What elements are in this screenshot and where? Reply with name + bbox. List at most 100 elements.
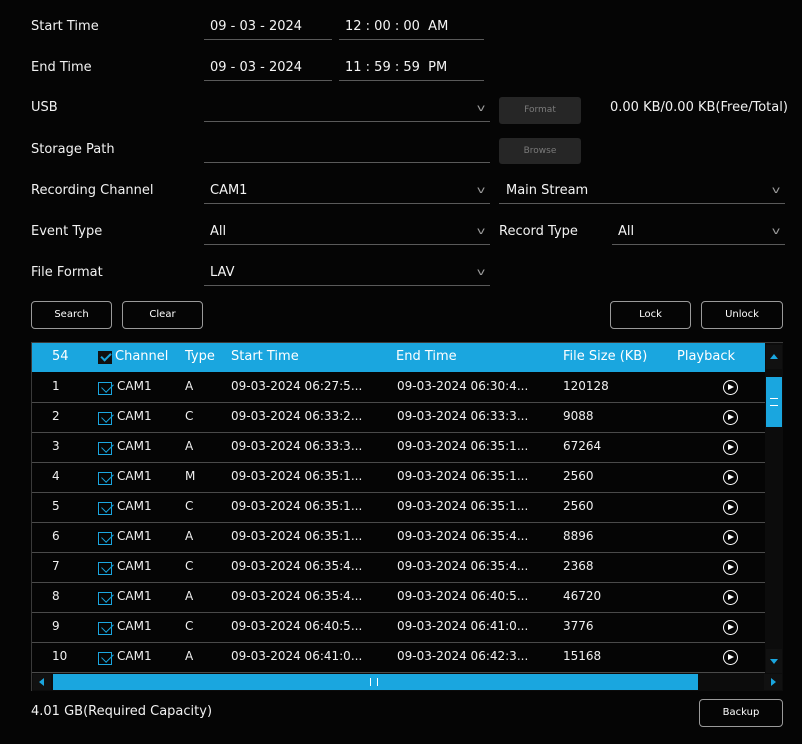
table-header: 54 Channel Type Start Time End Time File…	[32, 343, 765, 372]
cell-end-time: 09-03-2024 06:41:0...	[397, 619, 529, 633]
usb-select[interactable]: v	[204, 98, 490, 122]
play-circle-icon[interactable]	[723, 560, 738, 575]
cell-channel: CAM1	[117, 589, 152, 603]
cell-file-size: 3776	[563, 619, 594, 633]
table-row[interactable]: 8 CAM1 A 09-03-2024 06:35:4... 09-03-2024 06…	[32, 583, 765, 613]
table-row[interactable]: 10 CAM1 A 09-03-2024 06:41:0... 09-03-2024 0…	[32, 643, 765, 673]
horizontal-scrollbar[interactable]	[32, 673, 783, 691]
clear-button[interactable]: Clear	[122, 301, 203, 329]
stream-select[interactable]: Main Stream v	[499, 180, 785, 204]
cell-number: 1	[52, 379, 60, 393]
file-format-label: File Format	[31, 265, 103, 280]
browse-button[interactable]: Browse	[499, 138, 581, 164]
storage-path-field[interactable]	[204, 139, 490, 163]
cell-end-time: 09-03-2024 06:35:4...	[397, 529, 529, 543]
cell-type: C	[185, 619, 194, 633]
cell-file-size: 15168	[563, 649, 602, 663]
backup-button[interactable]: Backup	[699, 699, 783, 727]
play-circle-icon[interactable]	[723, 500, 738, 515]
cell-number: 6	[52, 529, 60, 543]
scroll-up-icon[interactable]	[766, 345, 782, 369]
row-checkbox[interactable]	[98, 562, 112, 575]
play-circle-icon[interactable]	[723, 410, 738, 425]
cell-end-time: 09-03-2024 06:33:3...	[397, 409, 529, 423]
row-checkbox[interactable]	[98, 382, 112, 395]
end-date-field[interactable]: 09 - 03 - 2024	[204, 57, 332, 81]
file-format-select[interactable]: LAV v	[204, 262, 490, 286]
cell-end-time: 09-03-2024 06:35:4...	[397, 559, 529, 573]
recording-channel-select[interactable]: CAM1 v	[204, 180, 490, 204]
chevron-down-icon: v	[771, 185, 781, 196]
select-all-checkbox[interactable]	[98, 351, 112, 364]
cell-number: 9	[52, 619, 60, 633]
cell-channel: CAM1	[117, 409, 152, 423]
end-time-label: End Time	[31, 60, 92, 75]
horizontal-scroll-thumb[interactable]	[53, 674, 698, 690]
unlock-button[interactable]: Unlock	[701, 301, 783, 329]
search-button[interactable]: Search	[31, 301, 112, 329]
vertical-scrollbar[interactable]	[765, 343, 783, 673]
row-checkbox[interactable]	[98, 442, 112, 455]
row-checkbox[interactable]	[98, 622, 112, 635]
cell-channel: CAM1	[117, 619, 152, 633]
play-circle-icon[interactable]	[723, 620, 738, 635]
event-type-label: Event Type	[31, 224, 103, 239]
play-circle-icon[interactable]	[723, 470, 738, 485]
usb-capacity-text: 0.00 KB/0.00 KB(Free/Total)	[610, 100, 788, 115]
table-row[interactable]: 7 CAM1 C 09-03-2024 06:35:4... 09-03-2024 06…	[32, 553, 765, 583]
scroll-right-icon[interactable]	[764, 674, 782, 690]
cell-channel: CAM1	[117, 559, 152, 573]
cell-end-time: 09-03-2024 06:35:1...	[397, 499, 529, 513]
cell-type: C	[185, 499, 194, 513]
cell-start-time: 09-03-2024 06:27:5...	[231, 379, 363, 393]
end-time-field[interactable]: 11 : 59 : 59 PM	[339, 57, 484, 81]
cell-channel: CAM1	[117, 439, 152, 453]
start-date-field[interactable]: 09 - 03 - 2024	[204, 16, 332, 40]
table-row[interactable]: 2 CAM1 C 09-03-2024 06:33:2... 09-03-2024 06…	[32, 403, 765, 433]
table-row[interactable]: 4 CAM1 M 09-03-2024 06:35:1... 09-03-2024 06…	[32, 463, 765, 493]
play-circle-icon[interactable]	[723, 440, 738, 455]
cell-start-time: 09-03-2024 06:33:3...	[231, 439, 363, 453]
row-checkbox[interactable]	[98, 532, 112, 545]
chevron-down-icon: v	[476, 226, 486, 237]
cell-end-time: 09-03-2024 06:40:5...	[397, 589, 529, 603]
cell-type: A	[185, 379, 194, 393]
record-type-label: Record Type	[499, 224, 578, 239]
table-row[interactable]: 1 CAM1 A 09-03-2024 06:27:5... 09-03-2024 06…	[32, 373, 765, 403]
table-row[interactable]: 6 CAM1 A 09-03-2024 06:35:1... 09-03-2024 06…	[32, 523, 765, 553]
table-row[interactable]: 9 CAM1 C 09-03-2024 06:40:5... 09-03-2024 06…	[32, 613, 765, 643]
row-checkbox[interactable]	[98, 412, 112, 425]
row-checkbox[interactable]	[98, 592, 112, 605]
play-circle-icon[interactable]	[723, 590, 738, 605]
cell-start-time: 09-03-2024 06:35:1...	[231, 499, 363, 513]
cell-type: C	[185, 559, 194, 573]
cell-file-size: 67264	[563, 439, 602, 453]
table-row[interactable]: 5 CAM1 C 09-03-2024 06:35:1... 09-03-2024 06…	[32, 493, 765, 523]
play-circle-icon[interactable]	[723, 530, 738, 545]
cell-start-time: 09-03-2024 06:40:5...	[231, 619, 363, 633]
header-file-size: File Size (KB)	[563, 349, 648, 364]
row-checkbox[interactable]	[98, 652, 112, 665]
cell-file-size: 8896	[563, 529, 594, 543]
scroll-left-icon[interactable]	[33, 674, 51, 690]
record-type-select[interactable]: All v	[612, 221, 785, 245]
cell-file-size: 9088	[563, 409, 594, 423]
cell-type: A	[185, 439, 194, 453]
scroll-down-icon[interactable]	[766, 649, 782, 673]
start-time-field[interactable]: 12 : 00 : 00 AM	[339, 16, 484, 40]
event-type-select[interactable]: All v	[204, 221, 490, 245]
cell-channel: CAM1	[117, 469, 152, 483]
vertical-scroll-thumb[interactable]	[766, 377, 782, 427]
cell-channel: CAM1	[117, 379, 152, 393]
table-row[interactable]: 3 CAM1 A 09-03-2024 06:33:3... 09-03-2024 06…	[32, 433, 765, 463]
format-button[interactable]: Format	[499, 97, 581, 124]
row-checkbox[interactable]	[98, 472, 112, 485]
lock-button[interactable]: Lock	[610, 301, 691, 329]
cell-channel: CAM1	[117, 649, 152, 663]
chevron-down-icon: v	[476, 267, 486, 278]
chevron-down-icon: v	[476, 185, 486, 196]
row-checkbox[interactable]	[98, 502, 112, 515]
play-circle-icon[interactable]	[723, 650, 738, 665]
play-circle-icon[interactable]	[723, 380, 738, 395]
header-start-time: Start Time	[231, 349, 299, 364]
